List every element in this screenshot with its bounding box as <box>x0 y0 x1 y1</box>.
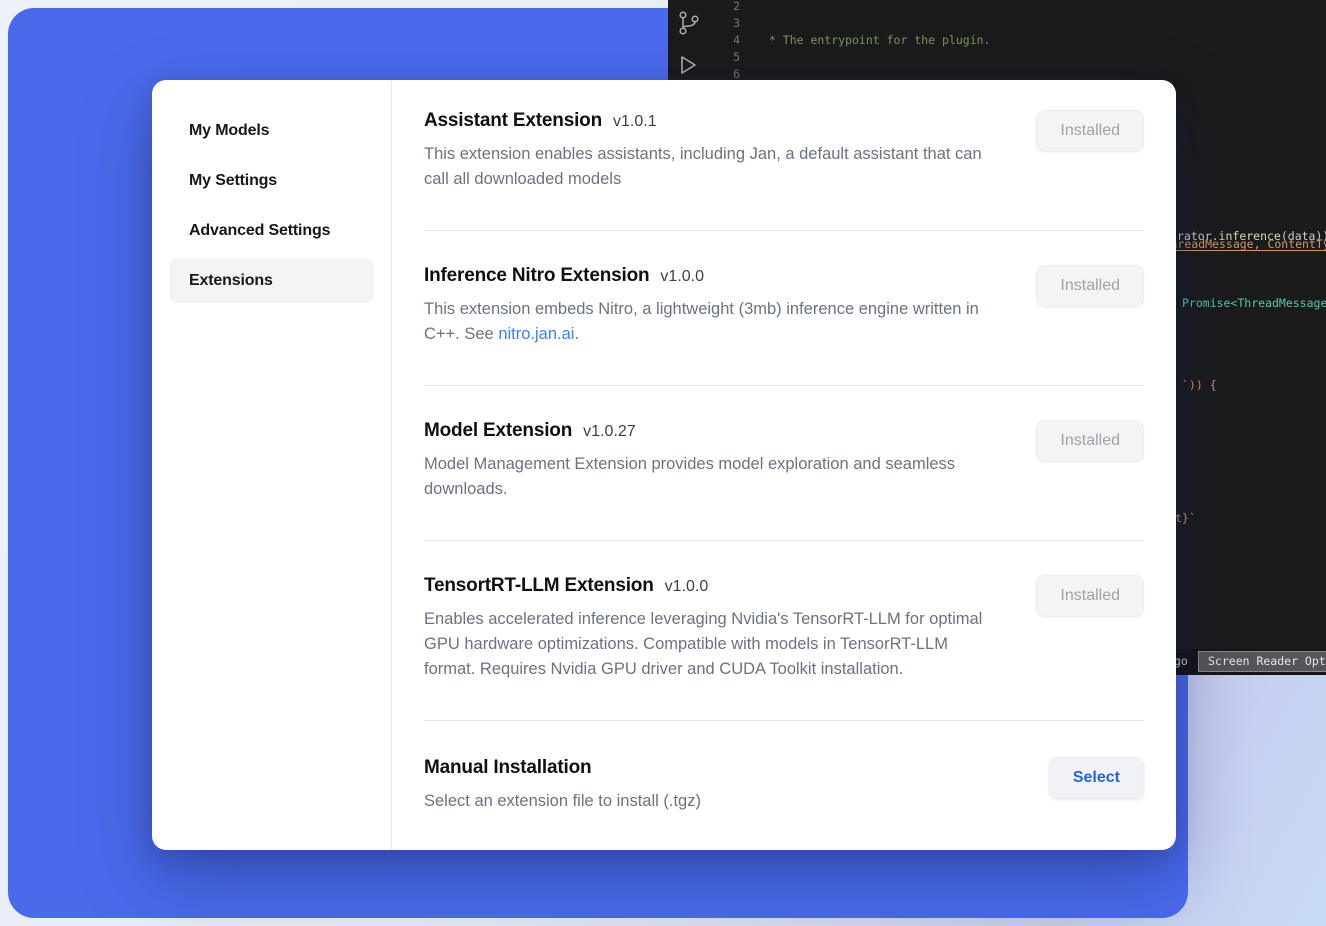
manual-installation-description: Select an extension file to install (.tg… <box>424 789 999 814</box>
extension-title: Assistant Extension v1.0.1 <box>424 110 999 132</box>
extension-info: Manual Installation Select an extension … <box>424 757 999 814</box>
extension-title: TensortRT-LLM Extension v1.0.0 <box>424 575 999 597</box>
extension-info: Inference Nitro Extension v1.0.0 This ex… <box>424 265 999 347</box>
extension-row-model: Model Extension v1.0.27 Model Management… <box>424 386 1144 541</box>
line-number: 3 <box>714 15 740 32</box>
line-number: 4 <box>714 32 740 49</box>
line-number: 5 <box>714 49 740 66</box>
extension-version: v1.0.27 <box>583 423 635 441</box>
code-line-comment: * The entrypoint for the plugin. <box>762 32 1326 49</box>
extension-title: Inference Nitro Extension v1.0.0 <box>424 265 999 287</box>
extension-info: Model Extension v1.0.27 Model Management… <box>424 420 999 502</box>
run-debug-icon[interactable] <box>678 54 698 76</box>
sidebar-item-my-settings[interactable]: My Settings <box>169 158 374 203</box>
code-fragment-args: (data)); <box>1281 229 1326 243</box>
code-fragment-template-close: `)) { <box>1182 377 1217 393</box>
code-fragment-method: inference <box>1219 229 1281 243</box>
sidebar-item-advanced-settings[interactable]: Advanced Settings <box>169 208 374 253</box>
installed-button[interactable]: Installed <box>1036 265 1144 307</box>
extension-row-nitro: Inference Nitro Extension v1.0.0 This ex… <box>424 231 1144 386</box>
sidebar-item-my-models[interactable]: My Models <box>169 108 374 153</box>
manual-installation-name: Manual Installation <box>424 757 591 779</box>
extension-version: v1.0.1 <box>613 113 657 131</box>
extension-version: v1.0.0 <box>660 268 704 286</box>
code-fragment-text: rator. <box>1177 229 1219 243</box>
git-branch-icon[interactable] <box>678 10 700 36</box>
extension-description: Model Management Extension provides mode… <box>424 452 999 502</box>
extension-name: Assistant Extension <box>424 110 602 132</box>
code-fragment-brace-close: t}` <box>1175 510 1196 526</box>
extension-description: This extension embeds Nitro, a lightweig… <box>424 297 999 347</box>
extension-info: TensortRT-LLM Extension v1.0.0 Enables a… <box>424 575 999 682</box>
extensions-panel: Assistant Extension v1.0.1 This extensio… <box>392 80 1176 850</box>
code-fragment-inference: rator.inference(data)); <box>1177 228 1326 244</box>
manual-installation-row: Manual Installation Select an extension … <box>424 721 1144 838</box>
settings-modal: My Models My Settings Advanced Settings … <box>152 80 1176 850</box>
installed-button[interactable]: Installed <box>1036 110 1144 152</box>
extension-name: Model Extension <box>424 420 572 442</box>
installed-button[interactable]: Installed <box>1036 575 1144 617</box>
installed-button[interactable]: Installed <box>1036 420 1144 462</box>
extension-name: Inference Nitro Extension <box>424 265 649 287</box>
manual-installation-title: Manual Installation <box>424 757 999 779</box>
extension-name: TensortRT-LLM Extension <box>424 575 654 597</box>
extension-info: Assistant Extension v1.0.1 This extensio… <box>424 110 999 192</box>
extension-description: Enables accelerated inference leveraging… <box>424 607 999 682</box>
settings-sidebar: My Models My Settings Advanced Settings … <box>152 80 392 850</box>
extension-description: This extension enables assistants, inclu… <box>424 142 999 192</box>
editor-line-numbers: 2 3 4 5 6 <box>714 0 740 83</box>
screen-reader-optimized-badge[interactable]: Screen Reader Optimize <box>1198 651 1326 672</box>
code-fragment-promise: Promise<ThreadMessage> <box>1182 295 1326 311</box>
extension-title: Model Extension v1.0.27 <box>424 420 999 442</box>
nitro-jan-ai-link[interactable]: nitro.jan.ai. <box>498 325 579 343</box>
status-text: go <box>1174 654 1188 668</box>
select-file-button[interactable]: Select <box>1049 757 1144 799</box>
sidebar-item-extensions[interactable]: Extensions <box>169 258 374 303</box>
extension-version: v1.0.0 <box>665 578 709 596</box>
line-number: 2 <box>714 0 740 15</box>
extension-row-tensorrt: TensortRT-LLM Extension v1.0.0 Enables a… <box>424 541 1144 721</box>
extension-row-assistant: Assistant Extension v1.0.1 This extensio… <box>424 80 1144 231</box>
